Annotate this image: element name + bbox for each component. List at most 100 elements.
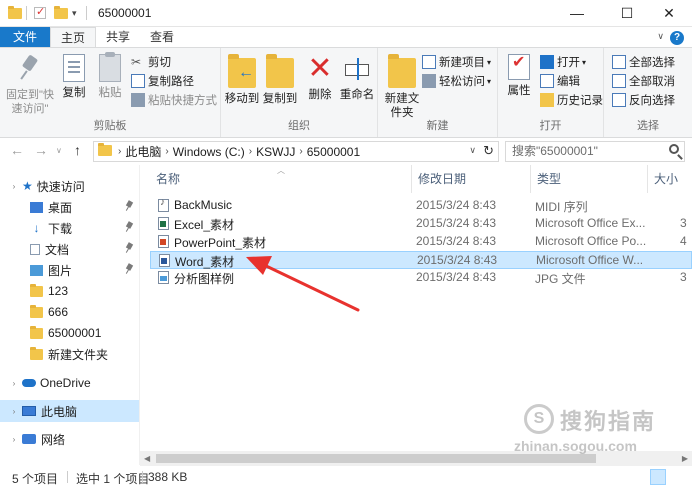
tab-home[interactable]: 主页: [50, 27, 96, 48]
expand-icon[interactable]: ›: [10, 435, 18, 444]
properties-button[interactable]: 属性: [504, 52, 534, 98]
breadcrumb-current[interactable]: 65000001: [307, 145, 360, 159]
column-header-size[interactable]: 大小: [648, 165, 692, 193]
nav-this-pc[interactable]: › 此电脑: [0, 400, 139, 422]
open-group: 属性 打开 ▾ 编辑 历史记录 打开: [498, 48, 604, 137]
nav-item-pictures[interactable]: 图片: [0, 259, 139, 281]
nav-item-documents[interactable]: 文档: [0, 238, 139, 260]
chevron-down-icon[interactable]: ∨: [657, 31, 664, 42]
expand-icon[interactable]: ›: [10, 379, 18, 388]
folder-icon: [30, 283, 43, 297]
nav-item-666[interactable]: 666: [0, 301, 139, 323]
move-to-button[interactable]: ← 移动到: [223, 52, 261, 106]
customize-toolbar-icon[interactable]: ▾: [72, 5, 77, 21]
copy-to-label: 复制到: [262, 93, 298, 105]
title-bar: ▾ 65000001 — ☐ ✕: [0, 0, 692, 27]
nav-quick-access[interactable]: › ★ 快速访问: [0, 175, 139, 197]
nav-onedrive-label: OneDrive: [40, 376, 91, 390]
file-date: 2015/3/24 8:43: [416, 216, 497, 230]
copy-button[interactable]: 复制: [58, 52, 90, 100]
file-row-selected[interactable]: Word_素材 2015/3/24 8:43 Microsoft Office …: [150, 251, 692, 269]
horizontal-scrollbar[interactable]: ◀ ▶: [140, 451, 692, 466]
forward-arrow-icon[interactable]: →: [34, 142, 48, 158]
new-item-button[interactable]: 新建项目 ▾: [422, 53, 491, 71]
copy-path-button[interactable]: 复制路径: [131, 72, 194, 90]
pin-quick-access-button[interactable]: 固定到"快速访问": [2, 52, 58, 116]
breadcrumb-this-pc[interactable]: 此电脑: [125, 143, 161, 160]
expand-icon[interactable]: ›: [10, 407, 18, 416]
tab-share[interactable]: 共享: [96, 27, 140, 48]
easy-access-label: 轻松访问: [439, 76, 485, 88]
nav-onedrive[interactable]: › OneDrive: [0, 372, 139, 394]
paste-shortcut-label: 粘贴快捷方式: [148, 95, 217, 107]
rename-button[interactable]: 重命名: [337, 52, 377, 102]
nav-item-new-folder[interactable]: 新建文件夹: [0, 343, 139, 365]
move-to-label: 移动到: [224, 93, 260, 105]
scrollbar-thumb[interactable]: [156, 454, 596, 463]
invert-selection-button[interactable]: 反向选择: [612, 91, 675, 109]
up-arrow-icon[interactable]: ↑: [74, 142, 81, 158]
new-folder-quick-icon[interactable]: [54, 5, 68, 21]
cut-button[interactable]: ✂ 剪切: [131, 53, 171, 71]
paste-shortcut-button[interactable]: 粘贴快捷方式: [131, 91, 217, 109]
select-none-button[interactable]: 全部取消: [612, 72, 675, 90]
scroll-left-icon[interactable]: ◀: [144, 451, 150, 466]
breadcrumb-drive[interactable]: Windows (C:): [173, 145, 245, 159]
details-view-icon[interactable]: [650, 469, 666, 485]
help-icon[interactable]: ?: [670, 31, 684, 45]
nav-item-65000001[interactable]: 65000001: [0, 322, 139, 344]
file-row[interactable]: 分析图样例 2015/3/24 8:43 JPG 文件 3: [150, 269, 692, 287]
expand-icon[interactable]: ›: [10, 182, 18, 191]
address-bar[interactable]: › 此电脑 › Windows (C:) › KSWJJ › 65000001 …: [93, 141, 499, 162]
copy-to-button[interactable]: 复制到: [261, 52, 299, 106]
file-row[interactable]: PowerPoint_素材 2015/3/24 8:43 Microsoft O…: [150, 233, 692, 251]
breadcrumb-kswjj[interactable]: KSWJJ: [256, 145, 295, 159]
paste-label: 粘贴: [98, 87, 122, 99]
address-dropdown-icon[interactable]: ∨: [469, 145, 476, 156]
file-row[interactable]: Excel_素材 2015/3/24 8:43 Microsoft Office…: [150, 215, 692, 233]
nav-item-123[interactable]: 123: [0, 280, 139, 302]
pin-icon[interactable]: [126, 243, 133, 253]
file-row[interactable]: BackMusic 2015/3/24 8:43 MIDI 序列: [150, 197, 692, 215]
column-header-date[interactable]: 修改日期: [412, 165, 531, 193]
close-button[interactable]: ✕: [646, 0, 692, 27]
delete-button[interactable]: ✕ 删除: [303, 52, 337, 102]
search-input[interactable]: 搜索"65000001": [505, 141, 685, 162]
file-type: JPG 文件: [535, 272, 586, 286]
open-button[interactable]: 打开 ▾: [540, 53, 586, 71]
back-arrow-icon[interactable]: ←: [10, 142, 24, 158]
open-icon: [540, 55, 554, 69]
maximize-button[interactable]: ☐: [604, 0, 650, 27]
tab-view[interactable]: 查看: [140, 27, 184, 48]
pin-icon[interactable]: [126, 222, 133, 232]
rename-label: 重命名: [339, 89, 375, 101]
new-folder-button[interactable]: 新建文件夹: [384, 52, 420, 120]
file-name: Excel_素材: [174, 218, 235, 232]
nav-item-desktop[interactable]: 桌面: [0, 196, 139, 218]
scroll-right-icon[interactable]: ▶: [682, 451, 688, 466]
history-button[interactable]: 历史记录: [540, 91, 603, 109]
item-count: 5 个项目: [12, 472, 59, 486]
select-all-button[interactable]: 全部选择: [612, 53, 675, 71]
history-icon: [540, 93, 554, 107]
select-none-label: 全部取消: [629, 76, 675, 88]
cloud-icon: [22, 379, 36, 387]
selected-count: 选中 1 个项目: [76, 472, 150, 486]
nav-item-downloads[interactable]: ↓ 下载: [0, 217, 139, 239]
edit-button[interactable]: 编辑: [540, 72, 580, 90]
pin-icon[interactable]: [126, 201, 133, 211]
refresh-icon[interactable]: ↻: [483, 143, 494, 159]
minimize-button[interactable]: —: [554, 0, 600, 27]
computer-icon: [22, 406, 36, 416]
recent-locations-icon[interactable]: ∨: [56, 146, 62, 155]
nav-item-label: 文档: [45, 242, 70, 257]
pin-icon[interactable]: [126, 264, 133, 274]
large-icons-view-icon[interactable]: [670, 469, 686, 485]
tab-file[interactable]: 文件: [0, 27, 50, 48]
column-header-type[interactable]: 类型: [531, 165, 648, 193]
nav-network[interactable]: › 网络: [0, 428, 139, 450]
easy-access-button[interactable]: 轻松访问 ▾: [422, 72, 491, 90]
paste-button[interactable]: 粘贴: [94, 52, 126, 100]
properties-quick-icon[interactable]: [34, 5, 46, 21]
column-header-name[interactable]: 名称: [150, 165, 412, 193]
